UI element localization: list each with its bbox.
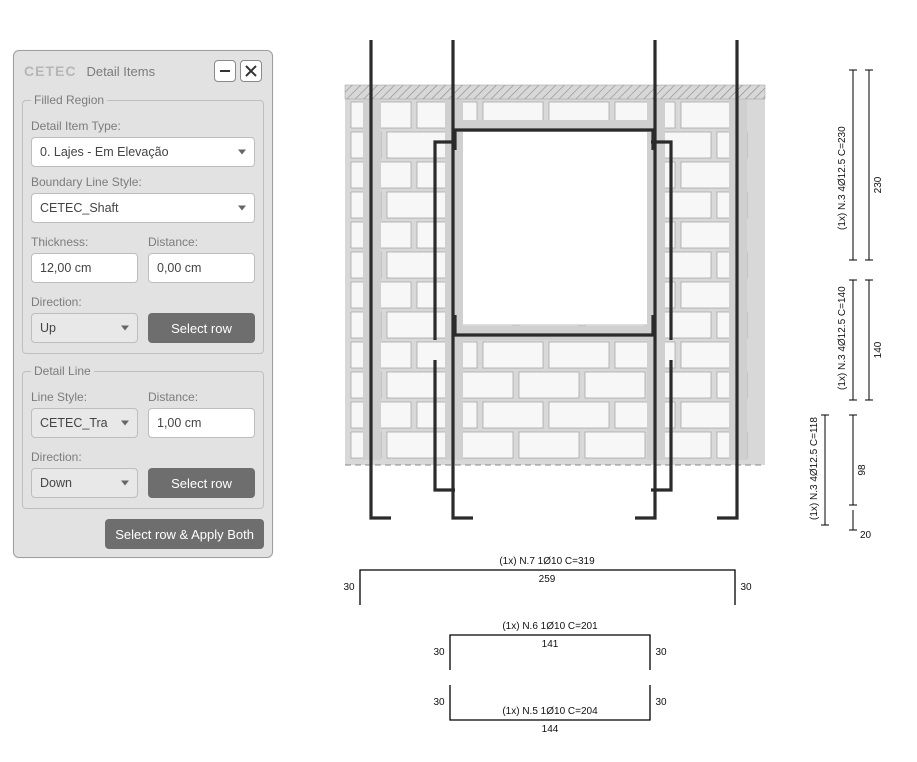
right2-spec: (1x) N.3 4Ø12.5 C=140 xyxy=(837,286,848,390)
right-annotations: (1x) N.3 4Ø12.5 C=230 230 (1x) N.3 4Ø12.… xyxy=(809,70,884,541)
right1-dim: 230 xyxy=(873,176,884,193)
bottom2-dim: 141 xyxy=(542,639,559,650)
dl-direction-select[interactable]: Down xyxy=(31,468,138,498)
fr-distance-input[interactable] xyxy=(148,253,255,283)
bottom2-spec: (1x) N.6 1Ø10 C=201 xyxy=(502,621,598,632)
fr-direction-label: Direction: xyxy=(31,295,138,309)
dl-select-row-button[interactable]: Select row xyxy=(148,468,255,498)
apply-both-button[interactable]: Select row & Apply Both xyxy=(105,519,264,549)
dl-distance-input[interactable] xyxy=(148,408,255,438)
boundary-line-style-select[interactable]: CETEC_Shaft xyxy=(31,193,255,223)
line-style-label: Line Style: xyxy=(31,390,138,404)
filled-region-group: Filled Region Detail Item Type: 0. Lajes… xyxy=(22,93,264,354)
fr-select-row-button[interactable]: Select row xyxy=(148,313,255,343)
dl-distance-label: Distance: xyxy=(148,390,255,404)
bottom1-dim: 259 xyxy=(539,574,556,585)
close-button[interactable] xyxy=(240,60,262,82)
thickness-label: Thickness: xyxy=(31,235,138,249)
fr-distance-label: Distance: xyxy=(148,235,255,249)
dl-direction-label: Direction: xyxy=(31,450,138,464)
line-style-select[interactable]: CETEC_Tra xyxy=(31,408,138,438)
detail-item-type-select[interactable]: 0. Lajes - Em Elevação xyxy=(31,137,255,167)
bottom2-hook-r: 30 xyxy=(655,647,667,658)
close-icon xyxy=(245,65,257,77)
bottom2-hook-l: 30 xyxy=(433,647,445,658)
bottom3-spec: (1x) N.5 1Ø10 C=204 xyxy=(502,706,598,717)
minimize-icon xyxy=(220,70,230,72)
bottom3-hook-l: 30 xyxy=(433,697,445,708)
right3-dim2: 20 xyxy=(860,530,872,541)
bottom1-spec: (1x) N.7 1Ø10 C=319 xyxy=(499,556,595,567)
right2-dim: 140 xyxy=(873,341,884,358)
detail-line-legend: Detail Line xyxy=(31,364,94,378)
window-title: Detail Items xyxy=(86,64,210,79)
detail-items-dialog: CETEC Detail Items Filled Region Detail … xyxy=(13,50,273,558)
bottom1-hook-l: 30 xyxy=(343,582,355,593)
minimize-button[interactable] xyxy=(214,60,236,82)
detail-line-group: Detail Line Line Style: CETEC_Tra Distan… xyxy=(22,364,264,509)
right1-spec: (1x) N.3 4Ø12.5 C=230 xyxy=(837,126,848,230)
bottom3-hook-r: 30 xyxy=(655,697,667,708)
fr-direction-select[interactable]: Up xyxy=(31,313,138,343)
detail-item-type-label: Detail Item Type: xyxy=(31,119,255,133)
filled-region-legend: Filled Region xyxy=(31,93,107,107)
bottom1-hook-r: 30 xyxy=(740,582,752,593)
masonry-wall xyxy=(345,85,765,465)
boundary-line-style-label: Boundary Line Style: xyxy=(31,175,255,189)
elevation-drawing: (1x) N.3 4Ø12.5 C=230 230 (1x) N.3 4Ø12.… xyxy=(305,30,885,750)
thickness-input[interactable] xyxy=(31,253,138,283)
bottom-annotations: (1x) N.7 1Ø10 C=319 259 30 30 (1x) N.6 1… xyxy=(343,556,752,735)
logo: CETEC xyxy=(24,63,76,79)
bottom3-dim: 144 xyxy=(542,724,559,735)
titlebar: CETEC Detail Items xyxy=(22,59,264,87)
right3-dim1: 98 xyxy=(857,464,868,476)
right3-spec: (1x) N.3 4Ø12.5 C=118 xyxy=(809,417,820,520)
